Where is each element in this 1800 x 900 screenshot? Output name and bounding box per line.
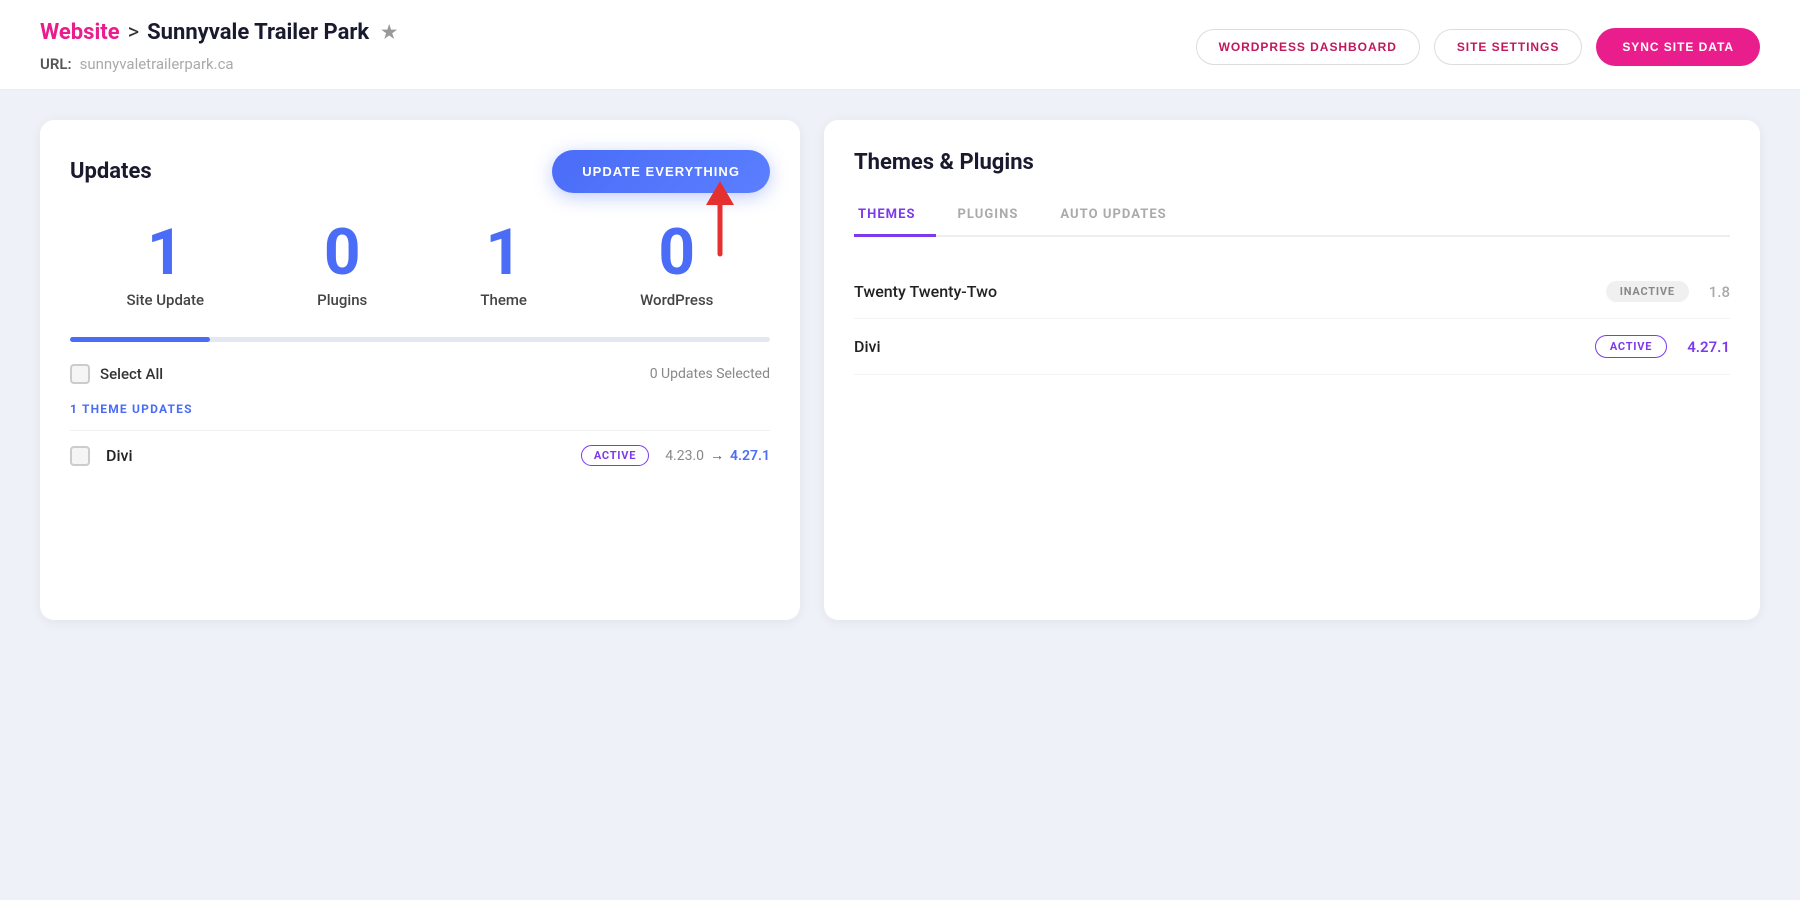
select-all-label[interactable]: Select All xyxy=(70,364,163,384)
theme-name-twentytwentytwo: Twenty Twenty-Two xyxy=(854,282,1606,301)
stat-plugins-number: 0 xyxy=(324,221,361,285)
themes-plugins-title: Themes & Plugins xyxy=(854,150,1730,175)
divi-version-new: 4.27.1 xyxy=(730,448,770,464)
wordpress-dashboard-button[interactable]: WORDPRESS DASHBOARD xyxy=(1196,29,1420,65)
tabs-row: THEMES PLUGINS AUTO UPDATES xyxy=(854,197,1730,237)
list-item: Twenty Twenty-Two INACTIVE 1.8 xyxy=(854,265,1730,319)
version-arrow-icon: → xyxy=(710,447,724,464)
divi-update-name: Divi xyxy=(106,446,565,465)
divi-version-old: 4.23.0 xyxy=(665,448,704,464)
stat-wordpress: 0 WordPress xyxy=(640,221,713,309)
stat-wordpress-number: 0 xyxy=(658,221,695,285)
updates-selected-text: 0 Updates Selected xyxy=(650,366,770,382)
select-row: Select All 0 Updates Selected xyxy=(70,364,770,384)
theme-inactive-badge: INACTIVE xyxy=(1606,281,1689,302)
theme-name-divi: Divi xyxy=(854,337,1595,356)
stat-theme-label: Theme xyxy=(480,291,527,309)
breadcrumb-star-icon[interactable]: ★ xyxy=(381,22,397,43)
tab-plugins[interactable]: PLUGINS xyxy=(954,197,1039,237)
updates-panel-title: Updates xyxy=(70,159,152,184)
divi-active-badge: ACTIVE xyxy=(581,445,649,466)
update-btn-wrapper: UPDATE EVERYTHING xyxy=(552,150,770,193)
url-label: URL: xyxy=(40,55,72,73)
stat-site-update-number: 1 xyxy=(147,221,184,285)
breadcrumb-website[interactable]: Website xyxy=(40,20,120,45)
stat-theme: 1 Theme xyxy=(480,221,527,309)
stat-site-update-label: Site Update xyxy=(127,291,204,309)
header-left: Website > Sunnyvale Trailer Park ★ URL: … xyxy=(40,20,397,73)
progress-bar xyxy=(70,337,770,342)
select-all-checkbox[interactable] xyxy=(70,364,90,384)
stat-theme-number: 1 xyxy=(485,221,522,285)
progress-bar-fill xyxy=(70,337,210,342)
header: Website > Sunnyvale Trailer Park ★ URL: … xyxy=(0,0,1800,90)
updates-panel-header: Updates UPDATE EVERYTHING xyxy=(70,150,770,193)
stat-plugins-label: Plugins xyxy=(317,291,367,309)
breadcrumb: Website > Sunnyvale Trailer Park ★ xyxy=(40,20,397,45)
theme-active-badge: ACTIVE xyxy=(1595,335,1667,358)
divi-update-checkbox[interactable] xyxy=(70,446,90,466)
themes-list: Twenty Twenty-Two INACTIVE 1.8 Divi ACTI… xyxy=(854,265,1730,375)
theme-updates-section-label: 1 THEME UPDATES xyxy=(70,402,770,416)
tab-auto-updates[interactable]: AUTO UPDATES xyxy=(1056,197,1186,237)
tab-themes[interactable]: THEMES xyxy=(854,197,936,237)
stat-site-update: 1 Site Update xyxy=(127,221,204,309)
stat-wordpress-label: WordPress xyxy=(640,291,713,309)
sync-site-data-button[interactable]: SYNC SITE DATA xyxy=(1596,28,1760,66)
theme-version-twentytwentytwo: 1.8 xyxy=(1709,283,1730,301)
url-row: URL: sunnyvaletrailerpark.ca xyxy=(40,55,397,73)
stats-row: 1 Site Update 0 Plugins 1 Theme 0 WordPr… xyxy=(70,221,770,309)
stat-plugins: 0 Plugins xyxy=(317,221,367,309)
main-content: Updates UPDATE EVERYTHING 1 Site Updat xyxy=(0,90,1800,650)
updates-panel: Updates UPDATE EVERYTHING 1 Site Updat xyxy=(40,120,800,620)
site-settings-button[interactable]: SITE SETTINGS xyxy=(1434,29,1583,65)
header-right: WORDPRESS DASHBOARD SITE SETTINGS SYNC S… xyxy=(1196,28,1760,66)
update-everything-button[interactable]: UPDATE EVERYTHING xyxy=(552,150,770,193)
select-all-text: Select All xyxy=(100,365,163,383)
themes-plugins-panel: Themes & Plugins THEMES PLUGINS AUTO UPD… xyxy=(824,120,1760,620)
table-row: Divi ACTIVE 4.23.0 → 4.27.1 xyxy=(70,430,770,480)
list-item: Divi ACTIVE 4.27.1 xyxy=(854,319,1730,375)
breadcrumb-title: Sunnyvale Trailer Park xyxy=(147,20,369,45)
divi-version-info: 4.23.0 → 4.27.1 xyxy=(665,447,770,464)
url-value: sunnyvaletrailerpark.ca xyxy=(80,55,234,73)
theme-version-divi: 4.27.1 xyxy=(1687,338,1730,356)
breadcrumb-separator: > xyxy=(128,20,140,45)
